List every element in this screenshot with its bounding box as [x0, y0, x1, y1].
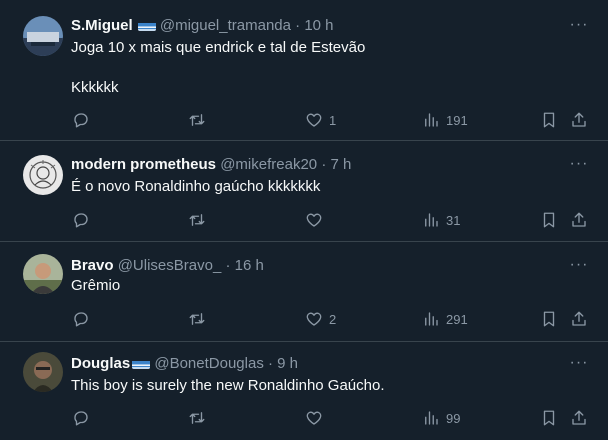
tweet-item[interactable]: modern prometheus @mikefreak20 · 7 h ···… [0, 141, 608, 242]
timestamp[interactable]: 7 h [330, 156, 351, 173]
separator-dot: · [295, 17, 301, 34]
share-icon [572, 112, 586, 127]
reply-icon [74, 213, 88, 228]
user-handle[interactable]: @UlisesBravo_ [118, 257, 222, 274]
tweet-header: S.Miguel @miguel_tramanda · 10 h [71, 16, 334, 36]
tweet-text: É o novo Ronaldinho gaúcho kkkkkkk [71, 178, 321, 195]
more-icon[interactable]: ··· [566, 17, 592, 38]
views-icon [425, 113, 438, 127]
retweet-icon [189, 313, 205, 325]
bookmark-button[interactable] [540, 209, 558, 231]
retweet-button[interactable] [188, 109, 212, 131]
tweet-item[interactable]: Bravo @UlisesBravo_ · 16 h ··· Grêmio 2 … [0, 242, 608, 342]
display-name[interactable]: Douglas [71, 355, 130, 372]
tweet-header: Bravo @UlisesBravo_ · 16 h [71, 256, 264, 276]
flag-icon [132, 358, 151, 369]
share-icon [572, 311, 586, 326]
separator-dot: · [268, 355, 273, 372]
flag-icon [137, 20, 156, 31]
reply-button[interactable] [72, 407, 96, 429]
share-icon [572, 410, 586, 425]
views-button[interactable]: 191 [422, 109, 468, 131]
retweet-button[interactable] [188, 407, 212, 429]
bookmark-button[interactable] [540, 308, 558, 330]
share-button[interactable] [570, 407, 588, 429]
like-icon [306, 312, 322, 326]
avatar[interactable] [23, 155, 63, 195]
timestamp[interactable]: 10 h [304, 17, 333, 34]
reply-icon [74, 411, 88, 426]
reply-button[interactable] [72, 308, 96, 330]
timestamp[interactable]: 9 h [277, 355, 298, 372]
bookmark-icon [543, 212, 555, 228]
views-button[interactable]: 99 [422, 407, 460, 429]
tweet-text: Grêmio [71, 277, 121, 294]
reply-icon [74, 312, 88, 327]
like-count: 1 [329, 112, 337, 128]
views-count: 99 [446, 410, 461, 426]
timestamp[interactable]: 16 h [235, 257, 264, 274]
retweet-icon [189, 214, 205, 226]
views-count: 191 [446, 112, 468, 128]
avatar[interactable] [23, 254, 63, 294]
bookmark-button[interactable] [540, 109, 558, 131]
retweet-button[interactable] [188, 209, 212, 231]
user-handle[interactable]: @miguel_tramanda [160, 17, 291, 34]
views-icon [425, 411, 438, 425]
like-button[interactable]: 1 [305, 109, 336, 131]
like-count: 2 [329, 311, 337, 327]
tweet-text: Joga 10 x mais que endrick e tal de Este… [71, 39, 366, 96]
views-count: 31 [446, 212, 461, 228]
avatar[interactable] [23, 352, 63, 392]
retweet-icon [189, 114, 205, 126]
share-button[interactable] [570, 308, 588, 330]
more-icon[interactable]: ··· [566, 156, 592, 177]
avatar[interactable] [23, 16, 63, 56]
reply-feed: S.Miguel @miguel_tramanda · 10 h ··· Jog… [0, 0, 608, 440]
retweet-button[interactable] [188, 308, 212, 330]
share-button[interactable] [570, 109, 588, 131]
user-handle[interactable]: @mikefreak20 [220, 156, 317, 173]
tweet-text: This boy is surely the new Ronaldinho Ga… [71, 377, 385, 394]
separator-dot: · [225, 257, 231, 274]
tweet-item[interactable]: S.Miguel @miguel_tramanda · 10 h ··· Jog… [0, 0, 608, 141]
user-handle[interactable]: @BonetDouglas [154, 355, 263, 372]
views-icon [425, 312, 438, 326]
like-icon [306, 411, 322, 425]
retweet-icon [189, 412, 205, 424]
reply-icon [74, 113, 88, 128]
share-icon [572, 212, 586, 227]
like-button[interactable] [305, 209, 329, 231]
like-button[interactable] [305, 407, 329, 429]
bookmark-icon [543, 410, 555, 426]
bookmark-button[interactable] [540, 407, 558, 429]
like-button[interactable]: 2 [305, 308, 336, 330]
views-count: 291 [446, 311, 468, 327]
like-icon [306, 213, 322, 227]
reply-button[interactable] [72, 109, 96, 131]
separator-dot: · [321, 156, 327, 173]
display-name[interactable]: Bravo [71, 257, 114, 274]
views-icon [425, 213, 438, 227]
tweet-header: modern prometheus @mikefreak20 · 7 h [71, 155, 351, 175]
more-icon[interactable]: ··· [566, 355, 592, 376]
display-name[interactable]: S.Miguel [71, 17, 133, 34]
tweet-header: Douglas @BonetDouglas · 9 h [71, 354, 298, 374]
more-icon[interactable]: ··· [566, 257, 592, 278]
display-name[interactable]: modern prometheus [71, 156, 216, 173]
views-button[interactable]: 31 [422, 209, 460, 231]
views-button[interactable]: 291 [422, 308, 468, 330]
bookmark-icon [543, 112, 555, 128]
reply-button[interactable] [72, 209, 96, 231]
bookmark-icon [543, 311, 555, 327]
like-icon [306, 113, 322, 127]
tweet-item[interactable]: Douglas @BonetDouglas · 9 h ··· This boy… [0, 342, 608, 440]
share-button[interactable] [570, 209, 588, 231]
